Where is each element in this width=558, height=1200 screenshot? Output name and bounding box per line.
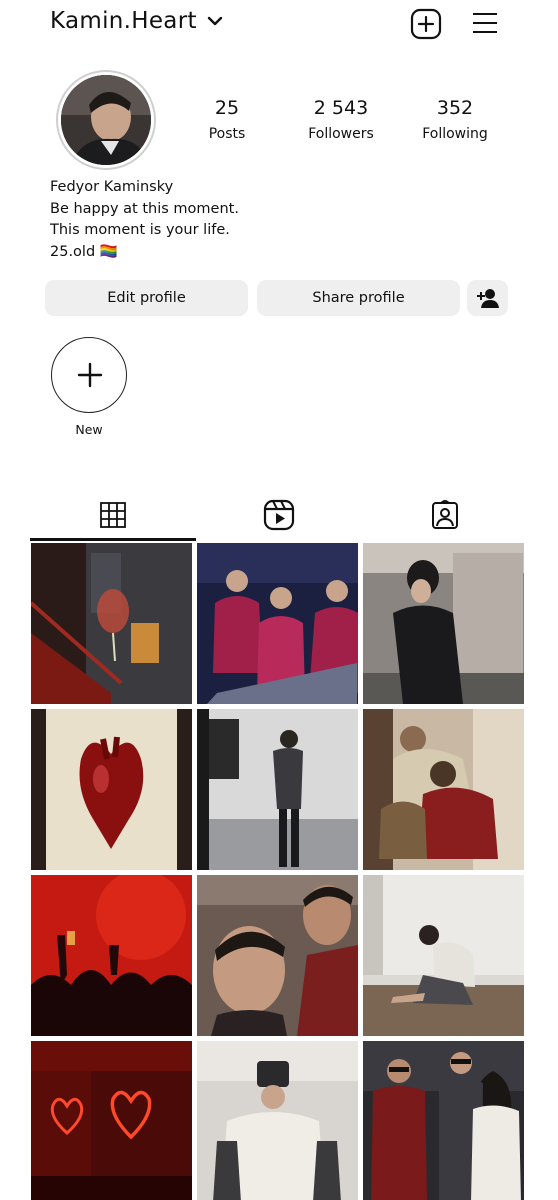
following-label: Following xyxy=(422,126,488,142)
posts-label: Posts xyxy=(208,126,246,142)
username-title[interactable]: Kamin.Heart xyxy=(50,8,197,34)
display-name: Fedyor Kaminsky xyxy=(50,179,174,195)
tab-posts-grid[interactable] xyxy=(30,490,196,540)
post-thumbnail-group-sunglasses[interactable] xyxy=(363,1041,524,1200)
active-tab-indicator xyxy=(30,538,196,541)
new-highlight-label: New xyxy=(75,422,103,437)
followers-count: 2 543 xyxy=(313,97,369,119)
share-profile-button[interactable]: Share profile xyxy=(257,280,460,316)
tab-reels[interactable] xyxy=(196,490,362,540)
following-count: 352 xyxy=(436,97,474,119)
post-thumbnail-couple[interactable] xyxy=(363,709,524,870)
hamburger-menu-icon[interactable] xyxy=(470,10,500,36)
plus-icon xyxy=(77,362,103,388)
post-thumbnail-group-costumes[interactable] xyxy=(197,543,358,704)
profile-bio: Fedyor Kaminsky Be happy at this moment.… xyxy=(50,177,239,263)
avatar[interactable] xyxy=(61,75,151,165)
post-thumbnail-street-man[interactable] xyxy=(363,543,524,704)
new-highlight-button[interactable] xyxy=(51,337,127,413)
profile-header: Kamin.Heart xyxy=(0,0,558,50)
post-thumbnail-neon-heart[interactable] xyxy=(31,1041,192,1200)
person-add-icon xyxy=(476,289,499,308)
tagged-icon xyxy=(432,500,458,529)
edit-profile-button[interactable]: Edit profile xyxy=(45,280,248,316)
bio-line: This moment is your life. xyxy=(50,222,230,238)
grid-icon xyxy=(100,502,126,528)
tab-tagged[interactable] xyxy=(362,490,528,540)
discover-people-button[interactable] xyxy=(467,280,508,316)
plus-square-icon[interactable] xyxy=(410,8,442,40)
posts-count: 25 xyxy=(214,97,240,119)
post-thumbnail-vr-man[interactable] xyxy=(197,1041,358,1200)
profile-tabs xyxy=(30,490,530,542)
stat-followers[interactable]: 2 543 Followers xyxy=(281,96,401,144)
stat-following[interactable]: 352 Following xyxy=(395,96,515,144)
reels-icon xyxy=(263,499,295,531)
post-thumbnail-man-sea[interactable] xyxy=(197,709,358,870)
bio-line: 25.old 🏳️‍🌈 xyxy=(50,243,118,260)
post-thumbnail-red-concert[interactable] xyxy=(31,875,192,1036)
post-thumbnail-selfie-two-men[interactable] xyxy=(197,875,358,1036)
post-thumbnail-sitting-man[interactable] xyxy=(363,875,524,1036)
bio-line: Be happy at this moment. xyxy=(50,200,239,217)
followers-label: Followers xyxy=(308,126,374,142)
post-thumbnail-glass-heart[interactable] xyxy=(31,709,192,870)
chevron-down-icon[interactable] xyxy=(206,14,224,28)
post-thumbnail-wine-glass[interactable] xyxy=(31,543,192,704)
stat-posts[interactable]: 25 Posts xyxy=(167,96,287,144)
